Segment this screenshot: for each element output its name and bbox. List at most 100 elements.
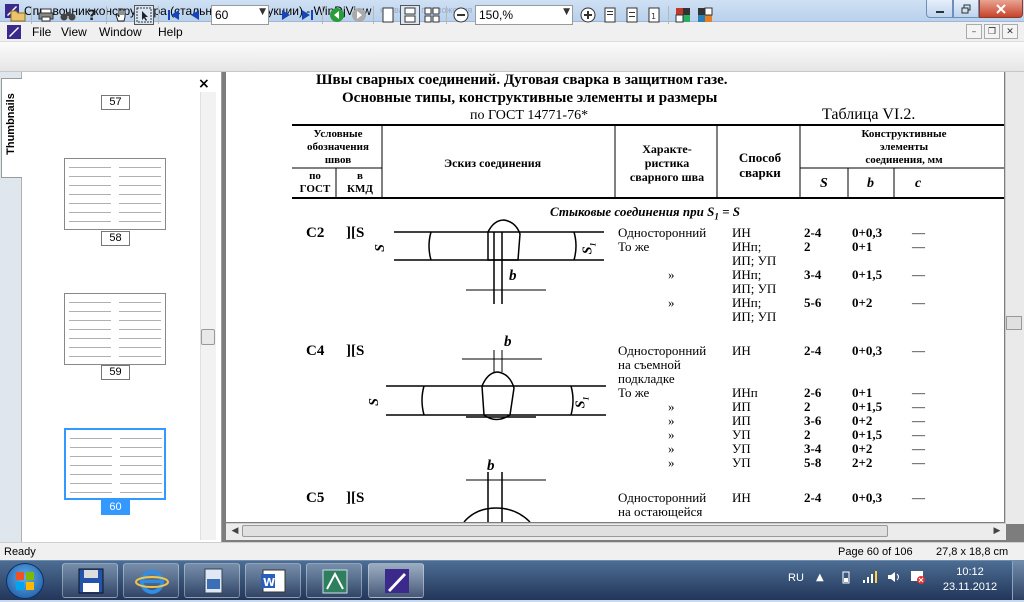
hand-tool-button[interactable]	[111, 5, 131, 25]
taskbar-microsoft-word[interactable]: W	[245, 563, 301, 598]
help-button[interactable]: ?	[82, 5, 102, 25]
last-page-button[interactable]	[298, 5, 318, 25]
thumbnail-text-line	[119, 203, 161, 204]
scroll-right-arrow-icon[interactable]: ▶	[990, 524, 1004, 538]
taskbar-windjview-active[interactable]	[368, 563, 424, 598]
close-thumbnails-button[interactable]: ×	[198, 76, 210, 92]
close-window-button[interactable]	[979, 0, 1023, 18]
row-characteristic: То же	[618, 239, 650, 254]
col-s: S	[820, 176, 828, 191]
row-c-value: —	[912, 490, 925, 505]
display-mode-button[interactable]	[695, 5, 715, 25]
facing-pages-button[interactable]	[422, 5, 442, 25]
find-button[interactable]	[58, 5, 78, 25]
page-number-combo[interactable]: 60 ▼	[211, 5, 269, 25]
zoom-in-button[interactable]	[578, 5, 598, 25]
thumbnails-scrollbar[interactable]	[200, 92, 216, 540]
thumbnail-text-line	[120, 456, 162, 457]
taskbar-internet-explorer[interactable]	[123, 563, 179, 598]
thumbnail-page-number[interactable]: 57	[101, 95, 130, 110]
thumbnail-text-line	[120, 483, 162, 484]
tray-volume-icon[interactable]	[886, 570, 902, 587]
actual-size-button[interactable]: 1	[644, 5, 664, 25]
mdi-close-button[interactable]: ✕	[1002, 24, 1018, 39]
thumbnail-page-number[interactable]: 58	[101, 231, 130, 246]
start-button[interactable]	[6, 563, 44, 599]
row-s-value: 2	[804, 239, 811, 254]
tray-language[interactable]: RU	[788, 572, 804, 584]
forward-button[interactable]	[349, 5, 369, 25]
thumbnail-page-selected[interactable]	[64, 428, 166, 500]
fit-page-icon	[604, 7, 616, 23]
taskbar-image-viewer[interactable]	[306, 563, 362, 598]
thumbnails-scroll-thumb[interactable]	[201, 329, 215, 345]
sketch-label-s1: S1	[580, 242, 598, 255]
zoom-combo[interactable]: 150,% ▼	[475, 5, 573, 25]
menu-window[interactable]: Window	[99, 25, 142, 39]
sketch-label-s: S	[372, 244, 388, 252]
taskbar-file-manager[interactable]	[184, 563, 240, 598]
next-page-button[interactable]	[276, 5, 296, 25]
sketch-label-b: b	[504, 334, 512, 350]
horizontal-scroll-thumb[interactable]	[242, 525, 888, 537]
continuous-layout-button[interactable]	[400, 5, 420, 25]
print-button[interactable]	[36, 5, 56, 25]
zoom-out-icon	[453, 7, 469, 23]
row-method: ИН	[732, 490, 751, 505]
first-page-button[interactable]	[163, 5, 183, 25]
previous-page-button[interactable]	[185, 5, 205, 25]
floppy-disk-icon	[78, 568, 104, 594]
thumbnail-text-line	[119, 194, 161, 195]
tray-show-hidden-icon[interactable]: ▲	[816, 572, 824, 583]
hand-icon	[115, 8, 126, 22]
row-c-value: —	[912, 295, 925, 310]
fit-page-button[interactable]	[600, 5, 620, 25]
show-desktop-button[interactable]	[1012, 561, 1024, 600]
thumbnail-text-line	[119, 176, 161, 177]
tray-network-icon[interactable]	[862, 570, 878, 587]
page-scroll-thumb[interactable]	[1006, 316, 1022, 330]
thumbnail-text-line	[120, 438, 162, 439]
thumbnail-text-line	[119, 167, 161, 168]
actual-size-icon: 1	[648, 7, 660, 23]
color-mode-button[interactable]	[673, 5, 693, 25]
thumbnail-page[interactable]	[64, 293, 166, 365]
menu-view[interactable]: View	[61, 25, 87, 39]
thumbnail-page[interactable]	[64, 158, 166, 230]
doc-heading-3: по ГОСТ 14771-76*	[470, 108, 589, 123]
tray-battery-icon[interactable]	[842, 570, 850, 587]
fit-width-button[interactable]	[622, 5, 642, 25]
tray-action-center-icon[interactable]	[910, 570, 926, 587]
single-page-button[interactable]	[378, 5, 398, 25]
menu-help[interactable]: Help	[158, 25, 183, 39]
thumbnail-page-number[interactable]: 59	[101, 365, 130, 380]
open-button[interactable]	[8, 5, 28, 25]
thumbnail-text-line	[69, 320, 111, 321]
back-button[interactable]	[327, 5, 347, 25]
thumbnail-text-line	[120, 474, 162, 475]
forward-circle-icon	[352, 8, 366, 22]
maximize-button[interactable]	[953, 0, 979, 18]
zoom-out-button[interactable]	[451, 5, 471, 25]
mdi-controls: – ❐ ✕	[966, 24, 1018, 39]
select-tool-button[interactable]	[134, 5, 154, 25]
taskbar-save-app[interactable]	[62, 563, 118, 598]
row-b-value: 2+2	[852, 455, 873, 470]
row-s-value: 3-4	[804, 267, 822, 282]
word-icon: W	[261, 569, 286, 593]
svg-text:?: ?	[88, 8, 96, 23]
mdi-minimize-button[interactable]: –	[966, 24, 982, 39]
menu-file[interactable]: File	[32, 25, 51, 39]
scroll-left-arrow-icon[interactable]: ◀	[228, 524, 242, 538]
row-kmd-designation: ][S	[346, 490, 365, 506]
thumbnail-page-number-selected[interactable]: 60	[101, 500, 130, 515]
minimize-button[interactable]	[926, 0, 953, 18]
thumbnail-text-line	[119, 185, 161, 186]
thumbnail-text-line	[120, 465, 162, 466]
tray-clock[interactable]: 10:12 23.11.2012	[940, 565, 1000, 595]
thumbnail-text-line	[70, 447, 112, 448]
mdi-restore-button[interactable]: ❐	[984, 24, 1000, 39]
row-b-value: 0+1,5	[852, 267, 883, 282]
row-c-value: —	[912, 239, 925, 254]
page-vertical-scrollbar[interactable]	[1005, 72, 1024, 524]
